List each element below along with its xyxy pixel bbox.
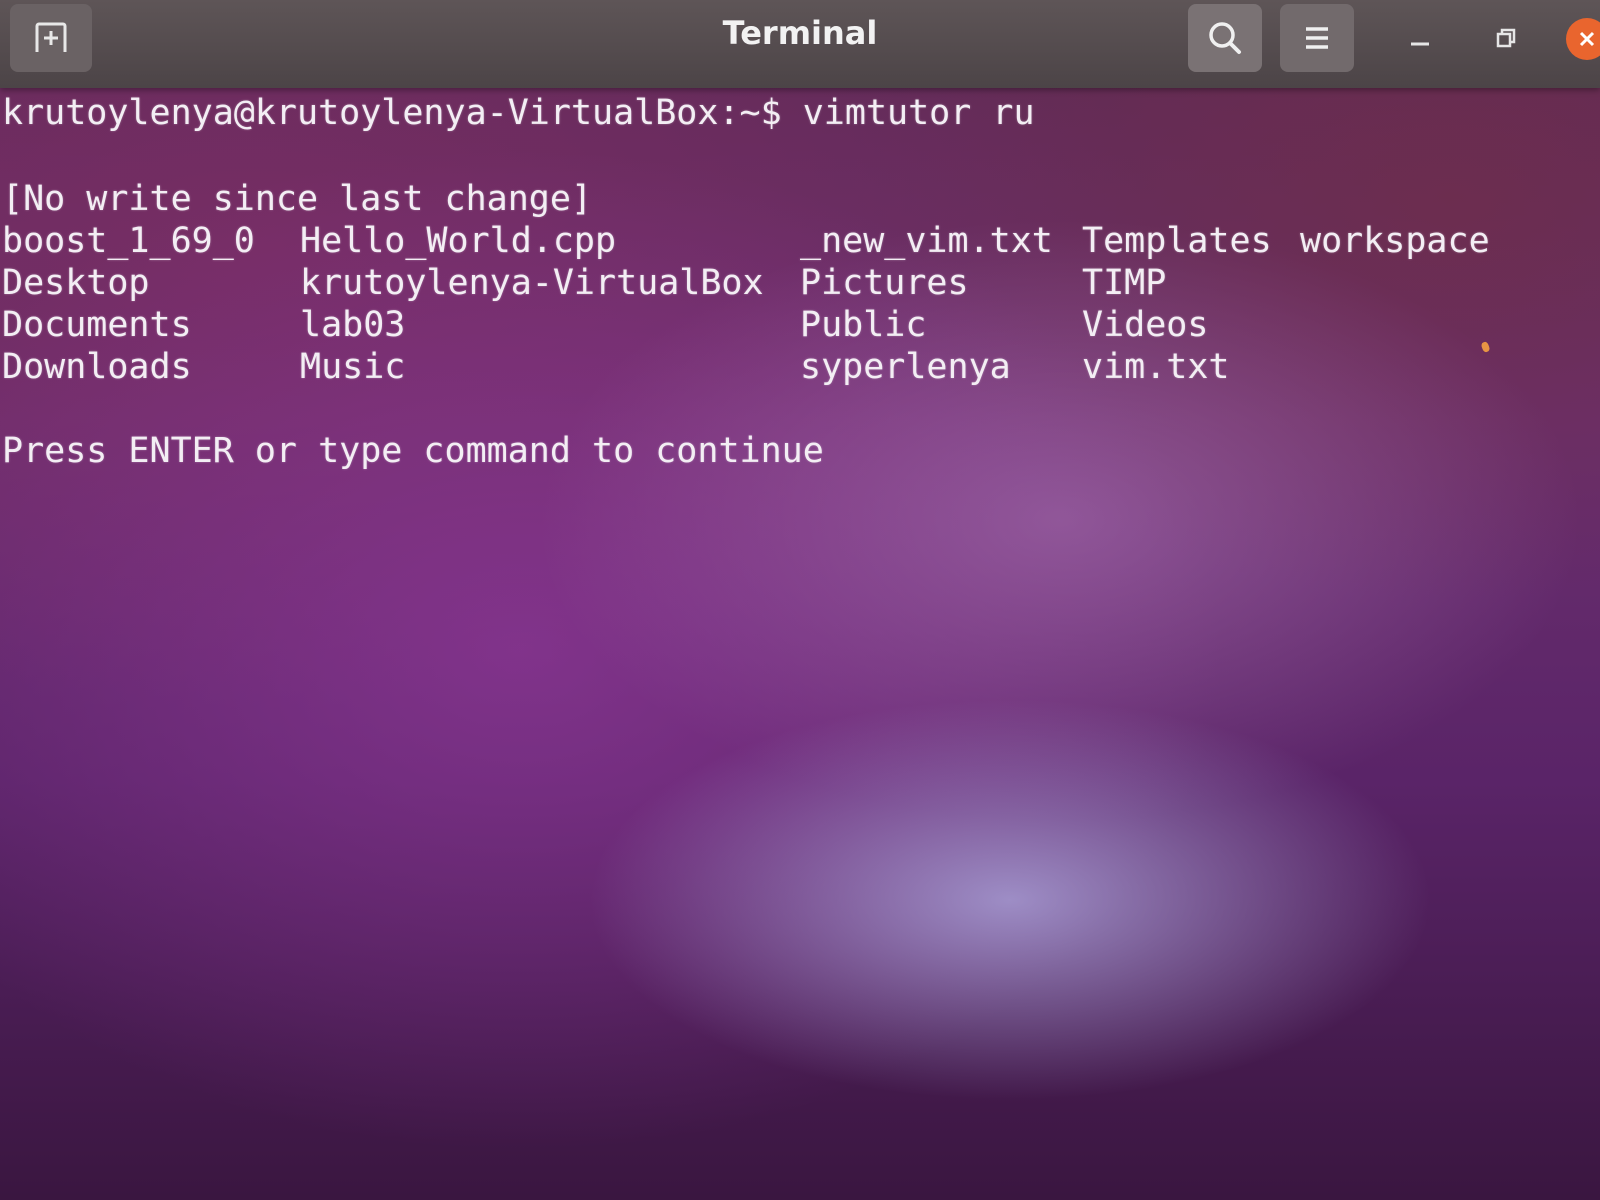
listing-entry: Downloads (2, 347, 192, 387)
listing-entry: syperlenya (800, 347, 1011, 387)
terminal-output[interactable]: krutoylenya@krutoylenya-VirtualBox:~$ vi… (0, 92, 1600, 1192)
listing-entry: vim.txt (1082, 347, 1230, 387)
listing-entry: Templates (1082, 221, 1272, 261)
listing-entry: Desktop (2, 263, 150, 303)
listing-entry: Videos (1082, 305, 1209, 345)
window-title: Terminal (722, 14, 878, 52)
listing-entry: Documents (2, 305, 192, 345)
listing-entry: lab03 (300, 305, 406, 345)
listing-entry: krutoylenya-VirtualBox (300, 263, 764, 303)
menu-button[interactable] (1280, 4, 1354, 72)
maximize-icon (1496, 28, 1516, 48)
vim-status-message: [No write since last change] (2, 179, 593, 219)
hamburger-menu-icon (1306, 27, 1328, 49)
listing-entry: TIMP (1082, 263, 1167, 303)
close-button[interactable] (1566, 18, 1600, 60)
listing-entry: Public (800, 305, 927, 345)
new-tab-icon (35, 22, 67, 52)
listing-entry: Hello_World.cpp (300, 221, 617, 261)
close-icon (1579, 31, 1595, 47)
new-tab-button[interactable] (10, 4, 92, 72)
listing-entry: workspace (1300, 221, 1490, 261)
command-prompt-line: krutoylenya@krutoylenya-VirtualBox:~$ vi… (2, 93, 1035, 133)
title-bar: Terminal (0, 0, 1600, 88)
maximize-button[interactable] (1486, 18, 1526, 58)
listing-entry: boost_1_69_0 (2, 221, 255, 261)
search-icon (1209, 22, 1241, 54)
listing-entry: _new_vim.txt (800, 221, 1053, 261)
minimize-button[interactable] (1400, 18, 1440, 58)
terminal-window: Terminal krutoylenya@krutoylenya-Virtual… (0, 0, 1600, 1200)
minimize-icon (1411, 42, 1429, 46)
listing-entry: Music (300, 347, 406, 387)
search-button[interactable] (1188, 4, 1262, 72)
continue-prompt: Press ENTER or type command to continue (2, 431, 824, 471)
listing-entry: Pictures (800, 263, 969, 303)
